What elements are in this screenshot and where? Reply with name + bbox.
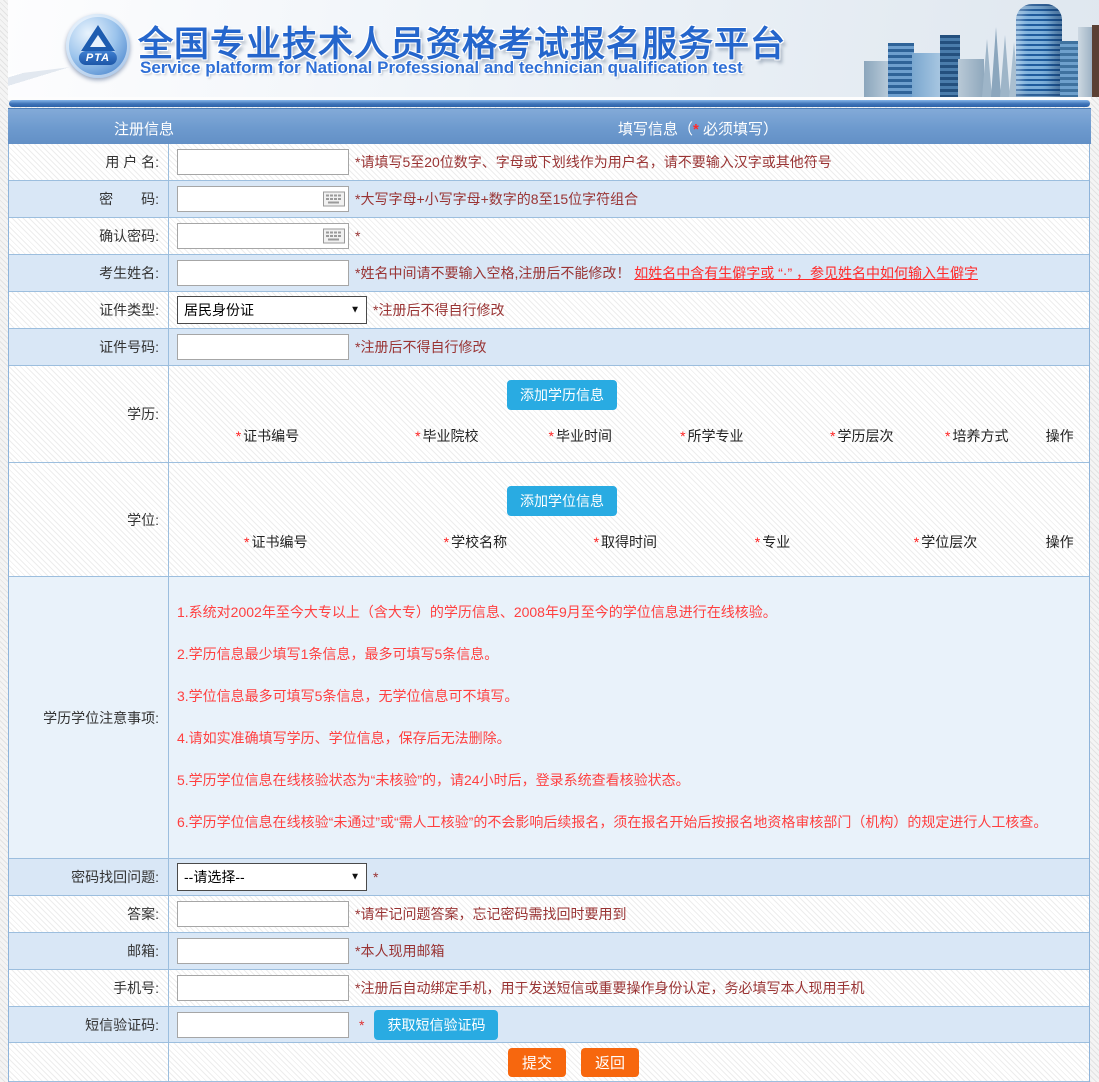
row-degree: 学位: 添加学位信息 *证书编号 *学校名称 *取得时间 *专业 *学位层次 操… xyxy=(9,463,1089,577)
id-number-hint: *注册后不得自行修改 xyxy=(355,337,486,357)
sms-code-input[interactable] xyxy=(177,1012,349,1038)
note-item: 1.系统对2002年至今大专以上（含大专）的学历信息、2008年9月至今的学位信… xyxy=(177,602,1079,622)
registration-form: 用 户 名: *请填写5至20位数字、字母或下划线作为用户名，请不要输入汉字或其… xyxy=(8,144,1090,1082)
education-label: 学历: xyxy=(9,366,169,462)
mobile-label: 手机号: xyxy=(9,970,169,1006)
username-input[interactable] xyxy=(177,149,349,175)
pta-logo-text: PTA xyxy=(79,51,117,65)
note-item: 4.请如实准确填写学历、学位信息，保存后无法删除。 xyxy=(177,728,1079,748)
notes-list: 1.系统对2002年至今大专以上（含大专）的学历信息、2008年9月至今的学位信… xyxy=(169,577,1089,858)
rare-character-help-link[interactable]: 如姓名中含有生僻字或 “·” ，参见姓名中如何输入生僻字 xyxy=(634,265,978,281)
row-mobile: 手机号: *注册后自动绑定手机，用于发送短信或重要操作身份认定，务必填写本人现用… xyxy=(9,970,1089,1007)
id-type-hint: *注册后不得自行修改 xyxy=(373,300,504,320)
building-shape xyxy=(958,59,984,97)
section-header-bar: 注册信息 填写信息（* 必须填写） xyxy=(8,108,1091,144)
site-banner: PTA 全国专业技术人员资格考试报名服务平台 Service platform … xyxy=(8,0,1099,97)
notes-label: 学历学位注意事项: xyxy=(9,577,169,858)
degree-label: 学位: xyxy=(9,463,169,576)
password-hint: *大写字母+小写字母+数字的8至15位字符组合 xyxy=(355,189,638,209)
id-number-label: 证件号码: xyxy=(9,329,169,365)
blue-strip xyxy=(9,100,1090,107)
id-type-select[interactable]: 居民身份证 xyxy=(177,296,367,324)
candidate-name-hint: *姓名中间请不要输入空格,注册后不能修改！ 如姓名中含有生僻字或 “·” ，参见… xyxy=(355,263,978,283)
mobile-input[interactable] xyxy=(177,975,349,1001)
back-button[interactable]: 返回 xyxy=(581,1048,639,1077)
building-shape xyxy=(912,53,942,97)
security-question-label: 密码找回问题: xyxy=(9,859,169,895)
confirm-password-label: 确认密码: xyxy=(9,218,169,254)
email-hint: *本人现用邮箱 xyxy=(355,941,444,961)
get-sms-code-button[interactable]: 获取短信验证码 xyxy=(374,1010,498,1040)
education-table-headers: *证书编号 *毕业院校 *毕业时间 *所学专业 *学历层次 *培养方式 操作 xyxy=(169,426,1089,448)
row-email: 邮箱: *本人现用邮箱 xyxy=(9,933,1089,970)
row-education: 学历: 添加学历信息 *证书编号 *毕业院校 *毕业时间 *所学专业 *学历层次… xyxy=(9,366,1089,463)
row-password: 密 码: *大写字母+小写字母+数字的8至15位字符组合 xyxy=(9,181,1089,218)
answer-input[interactable] xyxy=(177,901,349,927)
building-shape xyxy=(1092,25,1099,97)
username-label: 用 户 名: xyxy=(9,144,169,180)
row-footer-actions: 提交 返回 xyxy=(9,1043,1089,1082)
note-item: 3.学位信息最多可填写5条信息，无学位信息可不填写。 xyxy=(177,686,1079,706)
row-candidate-name: 考生姓名: *姓名中间请不要输入空格,注册后不能修改！ 如姓名中含有生僻字或 “… xyxy=(9,255,1089,292)
add-education-button[interactable]: 添加学历信息 xyxy=(507,380,617,410)
building-shape xyxy=(940,35,960,97)
note-item: 2.学历信息最少填写1条信息，最多可填写5条信息。 xyxy=(177,644,1079,664)
answer-label: 答案: xyxy=(9,896,169,932)
row-id-type: 证件类型: 居民身份证 ▼ *注册后不得自行修改 xyxy=(9,292,1089,329)
answer-hint: *请牢记问题答案，忘记密码需找回时要用到 xyxy=(355,904,626,924)
username-hint: *请填写5至20位数字、字母或下划线作为用户名，请不要输入汉字或其他符号 xyxy=(355,152,832,172)
row-sms-code: 短信验证码: * 获取短信验证码 xyxy=(9,1007,1089,1043)
row-security-question: 密码找回问题: --请选择-- ▼ * xyxy=(9,859,1089,896)
building-shape xyxy=(888,43,914,97)
building-shape xyxy=(1000,35,1010,97)
note-item: 5.学历学位信息在线核验状态为“未核验”的，请24小时后，登录系统查看核验状态。 xyxy=(177,770,1079,790)
security-question-select[interactable]: --请选择-- xyxy=(177,863,367,891)
row-id-number: 证件号码: *注册后不得自行修改 xyxy=(9,329,1089,366)
email-input[interactable] xyxy=(177,938,349,964)
section-title-fill-info: 填写信息（* 必须填写） xyxy=(618,118,778,139)
candidate-name-input[interactable] xyxy=(177,260,349,286)
mobile-hint: *注册后自动绑定手机，用于发送短信或重要操作身份认定，务必填写本人现用手机 xyxy=(355,978,864,998)
confirm-password-hint: * xyxy=(355,228,360,244)
cityscape-graphic xyxy=(864,0,1099,97)
row-answer: 答案: *请牢记问题答案，忘记密码需找回时要用到 xyxy=(9,896,1089,933)
pta-logo-icon: PTA xyxy=(66,14,130,78)
sms-required-star: * xyxy=(359,1017,364,1033)
submit-button[interactable]: 提交 xyxy=(508,1048,566,1077)
add-degree-button[interactable]: 添加学位信息 xyxy=(507,486,617,516)
password-label: 密 码: xyxy=(9,181,169,217)
degree-table-headers: *证书编号 *学校名称 *取得时间 *专业 *学位层次 操作 xyxy=(169,532,1089,554)
section-title-register-info: 注册信息 xyxy=(114,118,174,139)
footer-empty-cell xyxy=(9,1043,169,1081)
building-shape xyxy=(1016,4,1062,97)
note-item: 6.学历学位信息在线核验“未通过”或“需人工核验”的不会影响后续报名，须在报名开… xyxy=(177,812,1079,832)
row-username: 用 户 名: *请填写5至20位数字、字母或下划线作为用户名，请不要输入汉字或其… xyxy=(9,144,1089,181)
keyboard-icon[interactable] xyxy=(323,229,345,244)
id-type-label: 证件类型: xyxy=(9,292,169,328)
sms-code-label: 短信验证码: xyxy=(9,1007,169,1042)
site-subtitle: Service platform for National Profession… xyxy=(140,58,743,78)
id-number-input[interactable] xyxy=(177,334,349,360)
keyboard-icon[interactable] xyxy=(323,192,345,207)
email-label: 邮箱: xyxy=(9,933,169,969)
candidate-name-label: 考生姓名: xyxy=(9,255,169,291)
building-shape xyxy=(991,27,1001,97)
row-confirm-password: 确认密码: * xyxy=(9,218,1089,255)
row-notes: 学历学位注意事项: 1.系统对2002年至今大专以上（含大专）的学历信息、200… xyxy=(9,577,1089,859)
security-question-hint: * xyxy=(373,869,378,885)
